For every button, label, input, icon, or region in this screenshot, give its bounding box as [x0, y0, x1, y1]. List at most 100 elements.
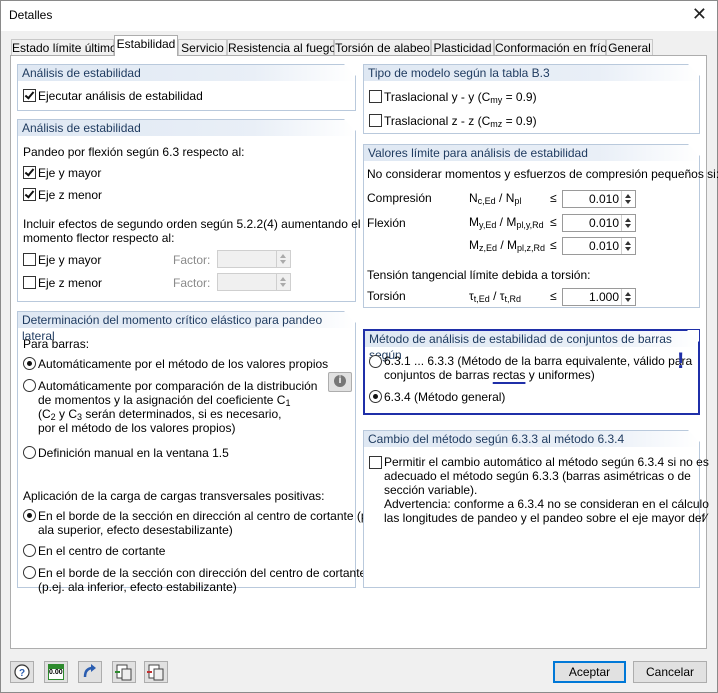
import-settings-button[interactable] — [144, 661, 168, 683]
eje-z-menor-checkbox[interactable] — [23, 188, 36, 201]
spinner-arrows[interactable] — [621, 289, 635, 305]
export-document-icon — [115, 664, 132, 681]
metodo-opt1-radio[interactable] — [369, 355, 382, 368]
eje-y-mayor-checkbox[interactable] — [23, 166, 36, 179]
group-title: Método de análisis de estabilidad de con… — [365, 330, 699, 362]
spinner-arrows[interactable] — [621, 191, 635, 207]
group-title: Tipo de modelo según la tabla B.3 — [364, 64, 700, 81]
flexion-y-value: 0.010 — [588, 216, 619, 230]
metodo-opt1-line1: 6.3.1 ... 6.3.3 (Método de la barra equi… — [384, 354, 693, 368]
traslacional-y-checkbox[interactable] — [369, 90, 382, 103]
compresion-value: 0.010 — [588, 192, 619, 206]
le-symbol: ≤ — [550, 289, 557, 303]
load-opt1-radio[interactable] — [23, 509, 36, 522]
reset-button[interactable] — [78, 661, 102, 683]
svg-text:?: ? — [19, 668, 25, 679]
cambio-line3: sección variable). — [384, 483, 478, 497]
valores-intro: No considerar momentos y esfuerzos de co… — [367, 167, 718, 181]
exclamation-icon: ! — [677, 348, 685, 373]
decimal-places-icon: 0.00 — [48, 664, 64, 680]
le-symbol: ≤ — [550, 191, 557, 205]
load-opt3-radio[interactable] — [23, 566, 36, 579]
group-title: Análisis de estabilidad — [18, 119, 356, 136]
tab-panel-estabilidad: Análisis de estabilidad Ejecutar análisi… — [10, 55, 718, 649]
ok-button[interactable]: Aceptar — [553, 661, 626, 683]
load-opt1-line2: ala superior, efecto desestabilizante) — [38, 523, 233, 537]
tab-estabilidad[interactable]: Estabilidad — [114, 35, 178, 56]
help-button[interactable]: ? — [10, 661, 34, 683]
group-title: Valores límite para análisis de estabili… — [364, 144, 700, 161]
flexion-z-spinbox[interactable]: 0.010 — [562, 237, 636, 255]
momento-opt3-radio[interactable] — [23, 446, 36, 459]
compresion-spinbox[interactable]: 0.010 — [562, 190, 636, 208]
cambio-metodo-checkbox[interactable] — [369, 456, 382, 469]
traslacional-z-checkbox[interactable] — [369, 114, 382, 127]
info-icon: i — [334, 375, 346, 387]
cambio-line5: las longitudes de pandeo y el pandeo sob… — [384, 511, 707, 525]
pandeo-label: Pandeo por flexión según 6.3 respecto al… — [23, 145, 245, 159]
momento-opt2-line4: por el método de los valores propios) — [38, 421, 236, 435]
spinner-arrows[interactable] — [276, 251, 290, 267]
momento-opt2-line1: Automáticamente por comparación de la di… — [38, 379, 318, 393]
cancel-button[interactable]: Cancelar — [633, 661, 707, 683]
eje-y-mayor-2-checkbox[interactable] — [23, 253, 36, 266]
torsion-intro: Tensión tangencial límite debida a torsi… — [367, 268, 591, 282]
momento-opt1-radio[interactable] — [23, 357, 36, 370]
import-document-icon — [147, 664, 164, 681]
group-valores-limite: Valores límite para análisis de estabili… — [363, 144, 718, 308]
load-opt2-radio[interactable] — [23, 544, 36, 557]
flexion-y-spinbox[interactable]: 0.010 — [562, 214, 636, 232]
flexion-z-formula: Mz,Ed / Mpl,z,Rd — [469, 238, 546, 253]
momento-opt2-radio[interactable] — [23, 379, 36, 392]
torsion-spinbox[interactable]: 1.000 — [562, 288, 636, 306]
torsion-value: 1.000 — [588, 290, 619, 304]
load-opt3-line1: En el borde de la sección con dirección … — [38, 566, 367, 580]
para-barras-label: Para barras: — [23, 337, 90, 351]
flexion-label: Flexión — [367, 216, 406, 230]
le-symbol: ≤ — [550, 215, 557, 229]
group-analisis-estabilidad-1: Análisis de estabilidad Ejecutar análisi… — [17, 64, 356, 111]
spinner-arrows[interactable] — [621, 238, 635, 254]
group-title: Determinación del momento crítico elásti… — [18, 311, 356, 343]
incluir-label-line1: Incluir efectos de segundo orden según 5… — [23, 217, 361, 231]
flexion-y-formula: My,Ed / Mpl,y,Rd — [469, 215, 544, 230]
export-settings-button[interactable] — [112, 661, 136, 683]
le-symbol: ≤ — [550, 238, 557, 252]
cambio-line4: Advertencia: conforme a 6.3.4 no se cons… — [384, 497, 709, 511]
spinner-arrows[interactable] — [621, 215, 635, 231]
factor-z-spinbox[interactable] — [217, 273, 291, 291]
group-analisis-estabilidad-2: Análisis de estabilidad Pandeo por flexi… — [17, 119, 361, 302]
redo-arrow-icon — [83, 664, 96, 678]
cambio-line2: adecuado el método según 6.3.3 (barras a… — [384, 469, 691, 483]
factor-label-2: Factor: — [173, 276, 211, 290]
factor-label-1: Factor: — [173, 253, 211, 267]
eje-z-menor-2-checkbox[interactable] — [23, 276, 36, 289]
momento-opt2-line2: de momentos y la asignación del coeficie… — [38, 393, 291, 408]
aplicacion-label: Aplicación de la carga de cargas transve… — [23, 489, 325, 503]
torsion-label: Torsión — [367, 289, 406, 303]
spinner-arrows[interactable] — [276, 274, 290, 290]
ejecutar-analisis-checkbox[interactable] — [23, 89, 36, 102]
group-title: Cambio del método según 6.3.3 al método … — [364, 430, 700, 447]
decimal-places-button[interactable]: 0.00 — [44, 661, 68, 683]
group-metodo-analisis: Método de análisis de estabilidad de con… — [363, 329, 700, 415]
momento-opt3-label: Definición manual en la ventana 1.5 — [38, 446, 229, 460]
metodo-opt2-label: 6.3.4 (Método general) — [384, 390, 506, 404]
info-button[interactable]: i — [328, 372, 352, 392]
group-cambio-metodo: Cambio del método según 6.3.3 al método … — [363, 430, 709, 588]
factor-y-spinbox[interactable] — [217, 250, 291, 268]
group-tipo-modelo: Tipo de modelo según la tabla B.3 Trasla… — [363, 64, 700, 134]
load-opt2-label: En el centro de cortante — [38, 544, 166, 558]
close-icon[interactable]: ✕ — [692, 4, 707, 25]
eje-y-mayor-label: Eje y mayor — [38, 166, 102, 180]
title-bar: Detalles ✕ — [1, 1, 717, 31]
ejecutar-analisis-label: Ejecutar análisis de estabilidad — [38, 89, 203, 103]
cambio-line1: Permitir el cambio automático al método … — [384, 455, 709, 469]
load-opt1-line1: En el borde de la sección en dirección a… — [38, 509, 384, 523]
metodo-opt2-radio[interactable] — [369, 390, 382, 403]
load-opt3-line2: (p.ej. ala inferior, efecto estabilizant… — [38, 580, 237, 594]
compresion-label: Compresión — [367, 191, 432, 205]
torsion-formula: τt,Ed / τt,Rd — [469, 289, 522, 304]
incluir-label-line2: momento flector respecto al: — [23, 231, 175, 245]
group-momento-critico: Determinación del momento crítico elásti… — [17, 311, 384, 594]
